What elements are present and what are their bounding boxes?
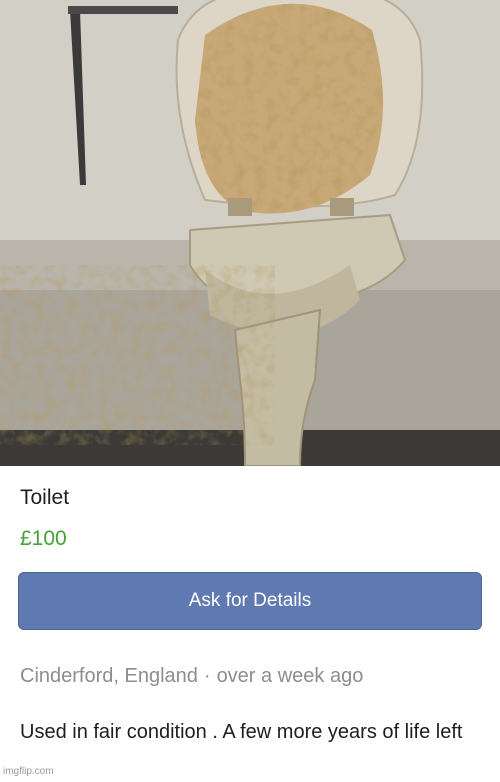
listing-meta: Cinderford, England · over a week ago (20, 665, 363, 688)
meta-separator: · (203, 665, 211, 687)
listing-price: £100 (20, 527, 67, 550)
posted-time: over a week ago (216, 665, 364, 687)
listing-title: Toilet (20, 486, 70, 509)
imgflip-watermark: imgflip.com (3, 766, 54, 777)
location-text: Cinderford, England (20, 665, 198, 687)
ask-for-details-button[interactable]: Ask for Details (18, 572, 482, 630)
listing-photo[interactable] (0, 0, 500, 466)
listing-description: Used in fair condition . A few more year… (20, 721, 463, 743)
toilet-photo-illustration (0, 0, 500, 466)
ask-for-details-label: Ask for Details (188, 590, 312, 611)
